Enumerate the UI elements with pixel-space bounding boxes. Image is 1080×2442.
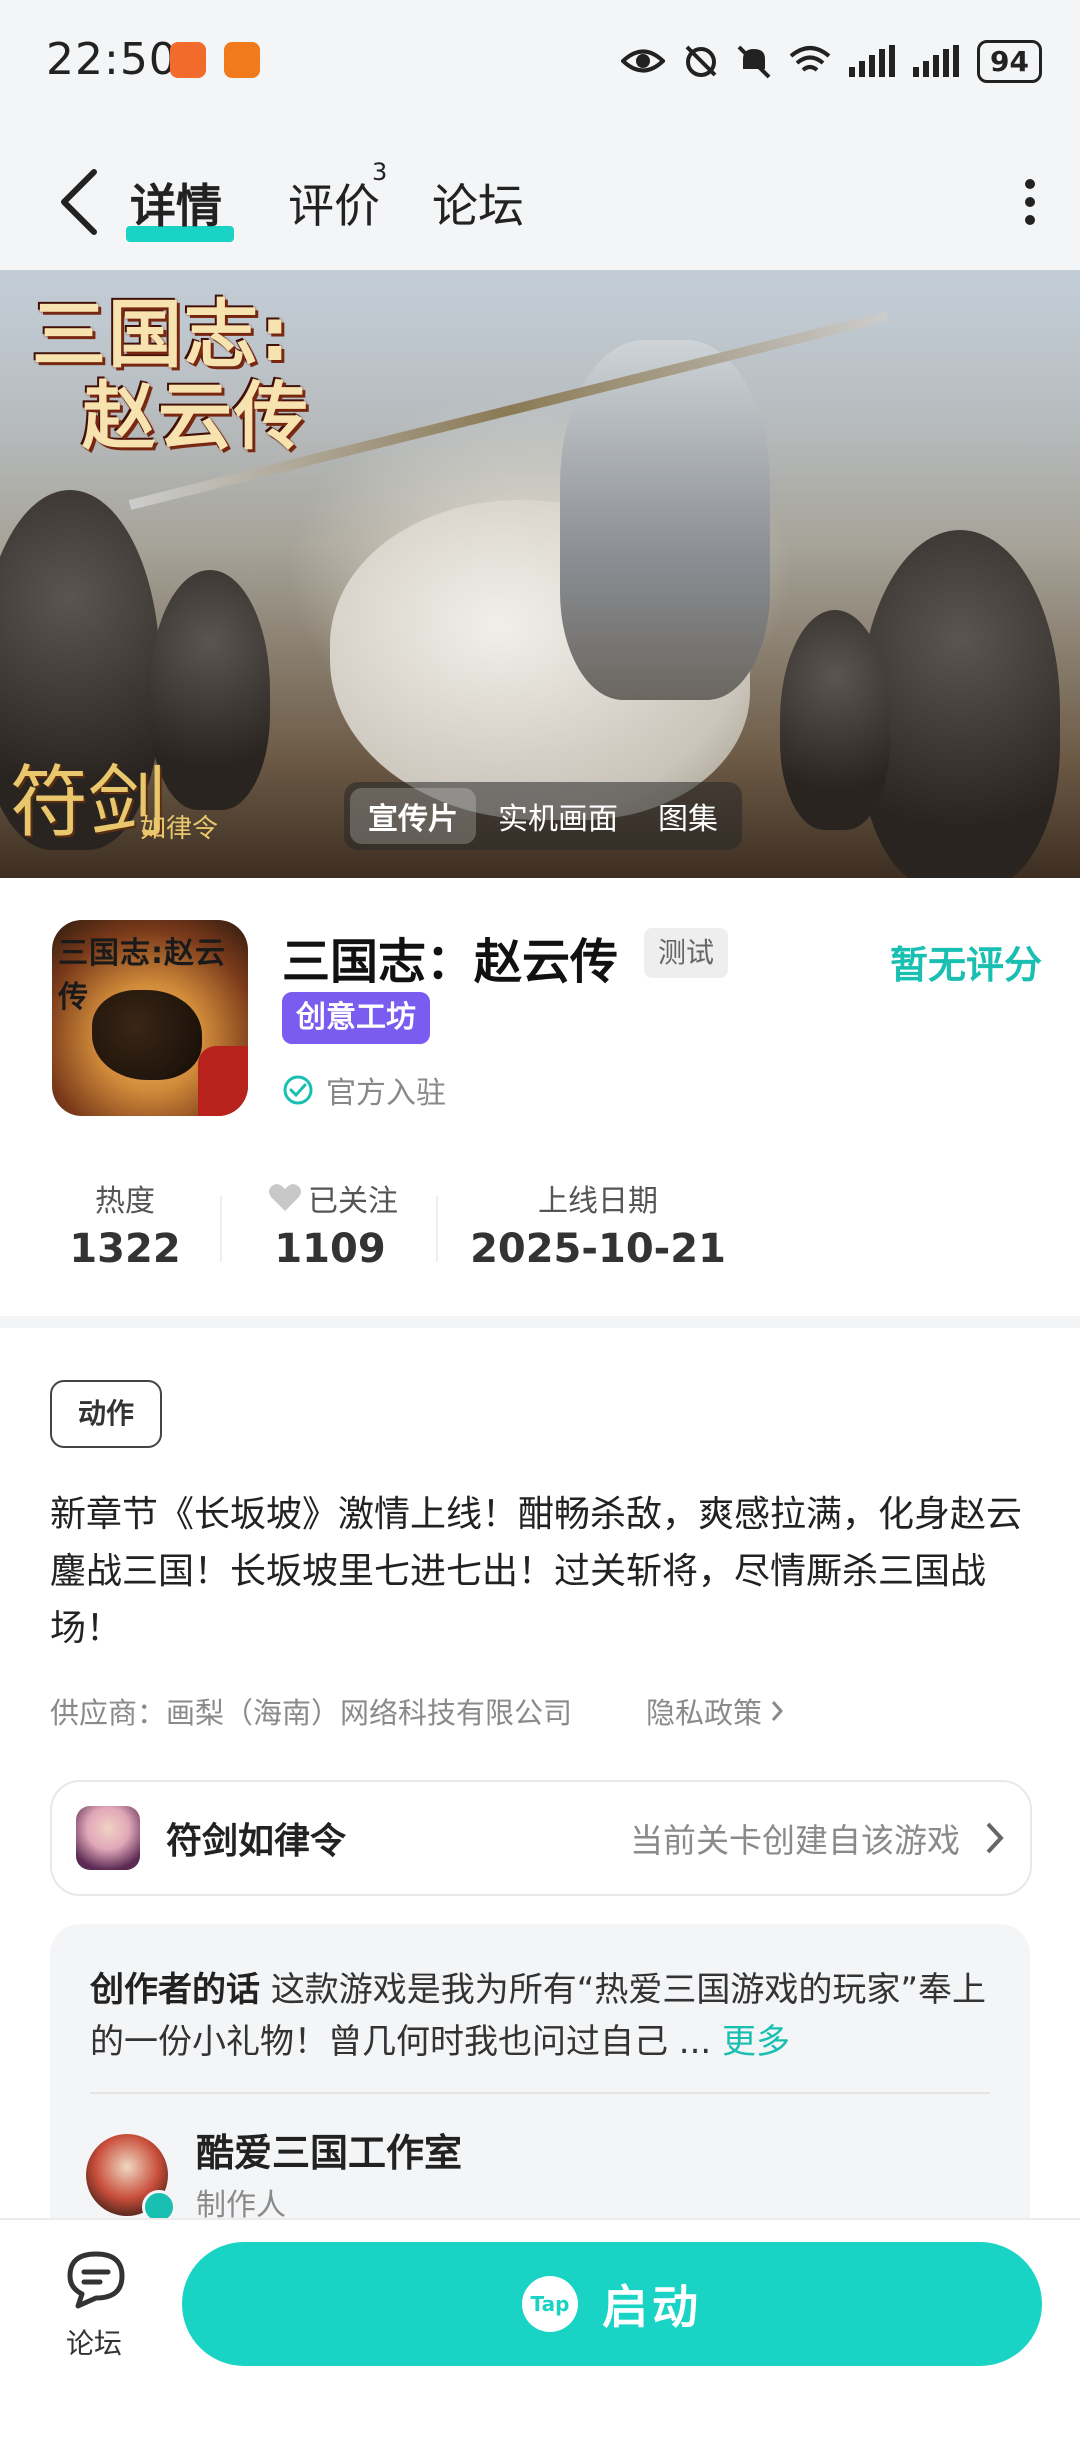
creator-divider: [90, 2092, 990, 2094]
status-icons: 94: [621, 36, 1042, 86]
game-logo-line2: 赵云传: [82, 374, 310, 460]
supplier-text: 供应商：画梨（海南）网络科技有限公司: [50, 1696, 573, 1730]
game-logo-line1: 三国志:: [32, 292, 292, 378]
privacy-policy-label: 隐私政策: [646, 1696, 763, 1730]
status-time: 22:50: [46, 34, 178, 85]
stat-heat-label: 热度: [95, 1184, 155, 1219]
seal-logo-sub: 如律令: [140, 814, 219, 844]
chevron-right-icon: [771, 1701, 784, 1721]
taptap-logo-icon: Tap: [522, 2276, 578, 2332]
more-options-icon[interactable]: [1020, 174, 1040, 230]
back-arrow-icon[interactable]: [52, 166, 112, 238]
workshop-badge[interactable]: 创意工坊: [282, 992, 430, 1044]
studio-name[interactable]: 酷爱三国工作室: [196, 2122, 462, 2177]
game-title: 三国志：赵云传: [282, 934, 619, 990]
media-tabs: 宣传片 实机画面 图集: [344, 782, 742, 850]
status-bar: 22:50 94: [0, 0, 1080, 130]
creator-more-link[interactable]: 更多: [722, 2022, 790, 2062]
game-description: 新章节《长坂坡》激情上线！酣畅杀敌，爽感拉满，化身赵云鏖战三国！长坂坡里七进七出…: [50, 1494, 1023, 1649]
game-icon-art: [92, 990, 202, 1080]
signal-icon: [913, 45, 960, 77]
forum-label[interactable]: 论坛: [66, 2322, 122, 2362]
tab-forum[interactable]: 论坛: [432, 170, 524, 236]
stat-follow-text: 已关注: [308, 1184, 398, 1219]
heart-icon: [269, 1184, 301, 1211]
forum-chat-icon[interactable]: [64, 2250, 128, 2310]
alarm-off-icon: [685, 45, 717, 77]
rating-text: 暂无评分: [889, 943, 1042, 987]
tab-reviews[interactable]: 评价: [288, 170, 380, 236]
bottom-action-bar: 论坛 Tap 启动: [0, 2218, 1080, 2442]
privacy-policy-link[interactable]: 隐私政策: [646, 1690, 784, 1732]
stat-follow-value: 1109: [274, 1226, 386, 1272]
genre-tag[interactable]: 动作: [50, 1380, 162, 1448]
stat-release-label: 上线日期: [538, 1184, 658, 1219]
wifi-icon: [789, 46, 831, 72]
stat-follow-label[interactable]: 已关注: [258, 1176, 408, 1220]
check-circle-icon: [283, 1075, 313, 1105]
game-icon: 三国志:赵云传: [52, 920, 248, 1116]
source-game-avatar: [76, 1806, 140, 1870]
hero-soldier: [780, 610, 890, 830]
launch-button-label: 启动: [602, 2280, 702, 2334]
source-game-card[interactable]: 符剑如律令 当前关卡创建自该游戏: [50, 1780, 1032, 1896]
source-game-hint: 当前关卡创建自该游戏: [630, 1821, 960, 1860]
top-nav: 详情 评价 3 论坛: [0, 130, 1080, 270]
section-divider: [0, 1316, 1080, 1328]
chevron-right-icon: [986, 1822, 1004, 1854]
media-tab-trailer[interactable]: 宣传片: [350, 788, 476, 844]
official-verified: 官方入驻: [282, 1068, 446, 1112]
reviews-count-badge: 3: [372, 158, 388, 186]
game-logo: 三国志: 赵云传: [32, 294, 310, 458]
launch-button[interactable]: Tap 启动: [182, 2242, 1042, 2366]
notification-app-icon: [224, 42, 260, 78]
mute-icon: [737, 45, 771, 79]
creator-card: 创作者的话 这款游戏是我为所有“热爱三国游戏的玩家”奉上的一份小礼物！曾几何时我…: [50, 1924, 1030, 2224]
official-label: 官方入驻: [326, 1076, 446, 1111]
tab-details[interactable]: 详情: [130, 170, 222, 236]
stat-release-value: 2025-10-21: [470, 1226, 726, 1272]
test-badge: 测试: [644, 928, 729, 978]
stat-divider: [220, 1196, 222, 1262]
creator-message: 创作者的话 这款游戏是我为所有“热爱三国游戏的玩家”奉上的一份小礼物！曾几何时我…: [90, 1964, 990, 2068]
media-tab-gameplay[interactable]: 实机画面: [480, 788, 636, 844]
hero-banner[interactable]: 三国志: 赵云传 符剑 如律令 宣传片 实机画面 图集: [0, 270, 1080, 878]
creator-heading: 创作者的话: [90, 1970, 260, 2010]
signal-icon: [849, 45, 896, 77]
game-icon-seal: [198, 1046, 248, 1116]
source-game-name: 符剑如律令: [166, 1821, 347, 1862]
battery-indicator: 94: [977, 39, 1042, 83]
eye-icon: [621, 49, 666, 73]
hero-soldier: [860, 530, 1060, 878]
stat-divider: [436, 1196, 438, 1262]
stat-heat-value: 1322: [69, 1226, 181, 1272]
media-tab-gallery[interactable]: 图集: [640, 788, 736, 844]
hero-soldier: [150, 570, 270, 810]
notification-app-icon: [170, 42, 206, 78]
